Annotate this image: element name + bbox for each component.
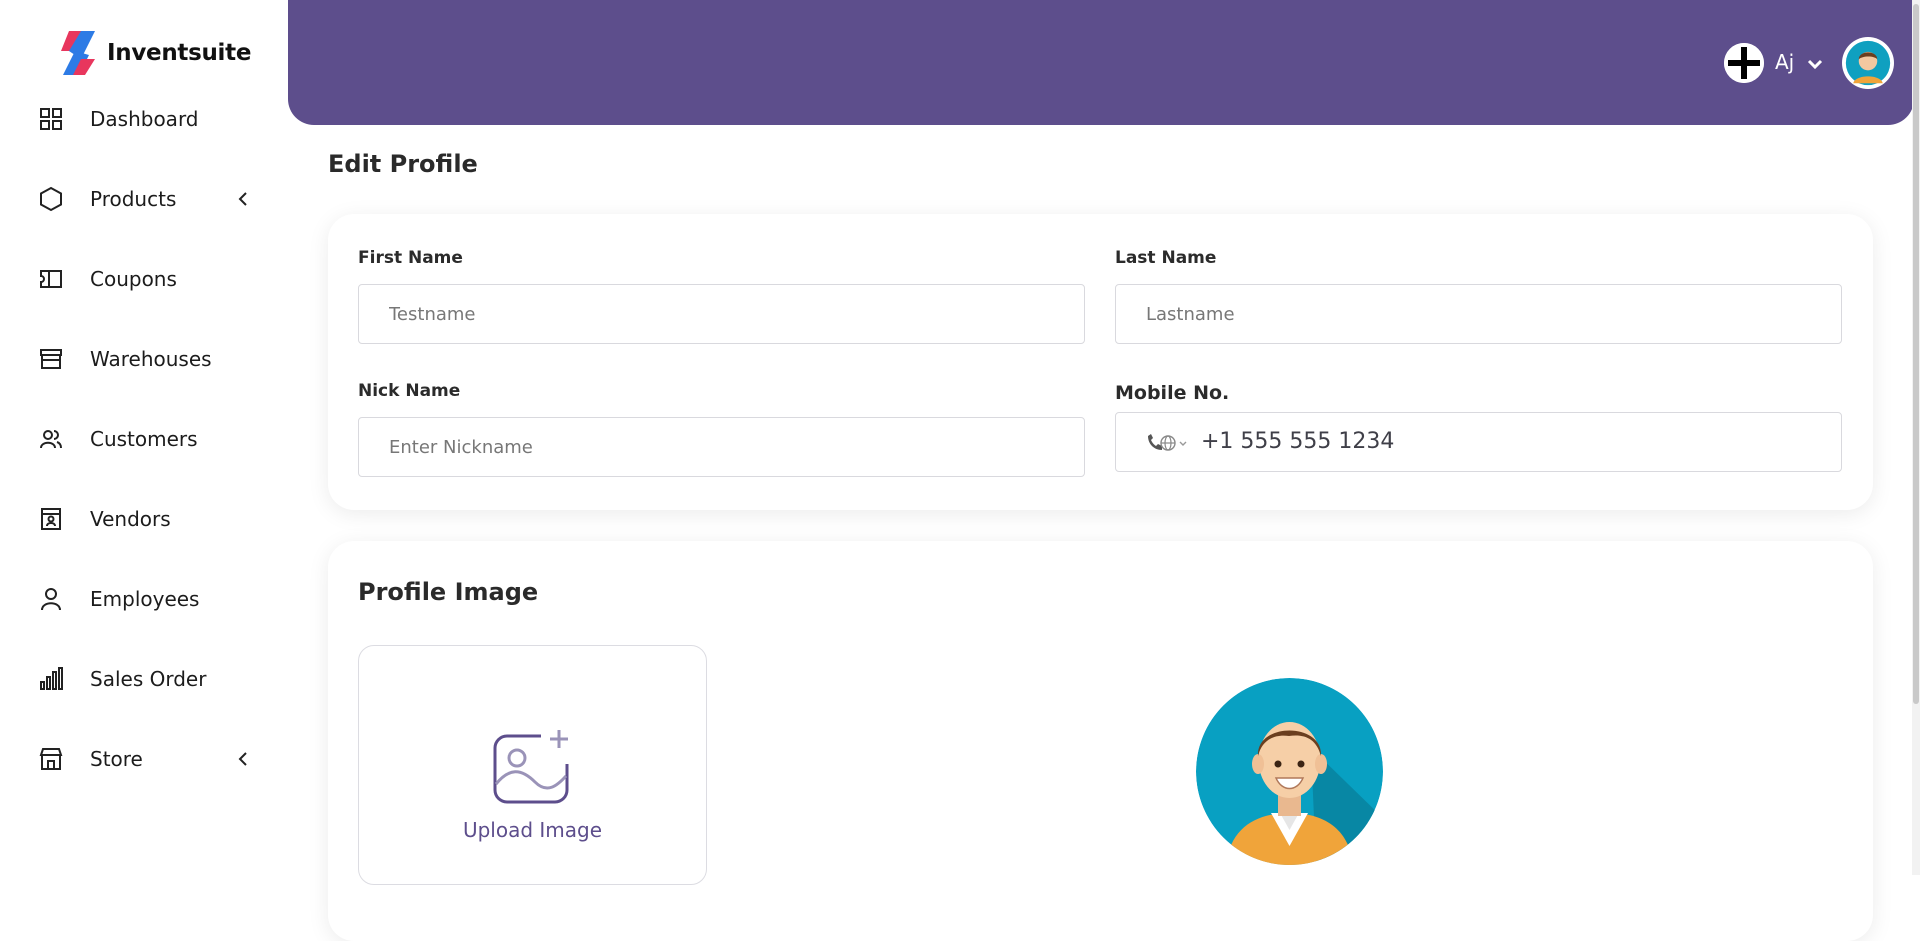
user-name[interactable]: Aj <box>1775 50 1794 74</box>
sidebar-item-label: Employees <box>90 587 200 611</box>
nick-name-field[interactable] <box>358 417 1085 477</box>
image-upload-icon <box>493 730 569 804</box>
app-logo[interactable]: Inventsuite <box>55 28 251 78</box>
first-name-field[interactable] <box>358 284 1085 344</box>
ticket-icon <box>38 266 64 292</box>
customers-icon <box>38 426 64 452</box>
profile-image-title: Profile Image <box>358 578 539 606</box>
chevron-left-icon[interactable] <box>234 190 252 208</box>
warehouse-icon <box>38 346 64 372</box>
sidebar-item-label: Customers <box>90 427 198 451</box>
nick-name-label: Nick Name <box>358 381 461 401</box>
mobile-field[interactable]: +1 555 555 1234 <box>1115 412 1842 472</box>
app-name: Inventsuite <box>107 40 252 66</box>
phone-globe-icon <box>1148 434 1187 451</box>
bar-chart-icon <box>38 666 64 692</box>
profile-avatar-image <box>1196 678 1383 865</box>
sidebar-item-label: Coupons <box>90 267 177 291</box>
sidebar-item-label: Products <box>90 187 177 211</box>
vendor-icon <box>38 506 64 532</box>
last-name-field[interactable] <box>1115 284 1842 344</box>
logo-icon <box>61 31 95 75</box>
page-title: Edit Profile <box>328 150 478 178</box>
scrollbar-thumb[interactable] <box>1913 4 1919 704</box>
sidebar: Inventsuite Dashboard Products Coupons W… <box>0 0 288 875</box>
top-header <box>288 0 1914 125</box>
mobile-value: +1 555 555 1234 <box>1201 429 1395 454</box>
sidebar-item-coupons[interactable]: Coupons <box>0 253 288 305</box>
sidebar-item-warehouses[interactable]: Warehouses <box>0 333 288 385</box>
dashboard-icon <box>38 106 64 132</box>
sidebar-item-employees[interactable]: Employees <box>0 573 288 625</box>
sidebar-item-store[interactable]: Store <box>0 733 288 785</box>
user-icon <box>38 586 64 612</box>
last-name-label: Last Name <box>1115 248 1217 268</box>
sidebar-item-label: Dashboard <box>90 107 199 131</box>
avatar-icon <box>1845 40 1891 86</box>
sidebar-item-customers[interactable]: Customers <box>0 413 288 465</box>
sidebar-item-label: Store <box>90 747 143 771</box>
sidebar-item-dashboard[interactable]: Dashboard <box>0 93 288 145</box>
upload-image-label: Upload Image <box>462 818 603 842</box>
sidebar-item-label: Warehouses <box>90 347 212 371</box>
sidebar-item-products[interactable]: Products <box>0 173 288 225</box>
country-select[interactable] <box>1146 432 1188 454</box>
user-avatar[interactable] <box>1842 37 1894 89</box>
store-icon <box>38 746 64 772</box>
box-icon <box>38 186 64 212</box>
sidebar-item-vendors[interactable]: Vendors <box>0 493 288 545</box>
mobile-label: Mobile No. <box>1115 382 1230 404</box>
add-button[interactable] <box>1724 43 1764 83</box>
sidebar-item-label: Vendors <box>90 507 171 531</box>
sidebar-item-label: Sales Order <box>90 667 207 691</box>
upload-image-dropzone[interactable]: Upload Image <box>358 645 707 885</box>
chevron-left-icon[interactable] <box>234 750 252 768</box>
sidebar-item-sales-order[interactable]: Sales Order <box>0 653 288 705</box>
chevron-down-icon[interactable] <box>1805 54 1825 74</box>
plus-icon <box>1724 43 1764 83</box>
first-name-label: First Name <box>358 248 463 268</box>
